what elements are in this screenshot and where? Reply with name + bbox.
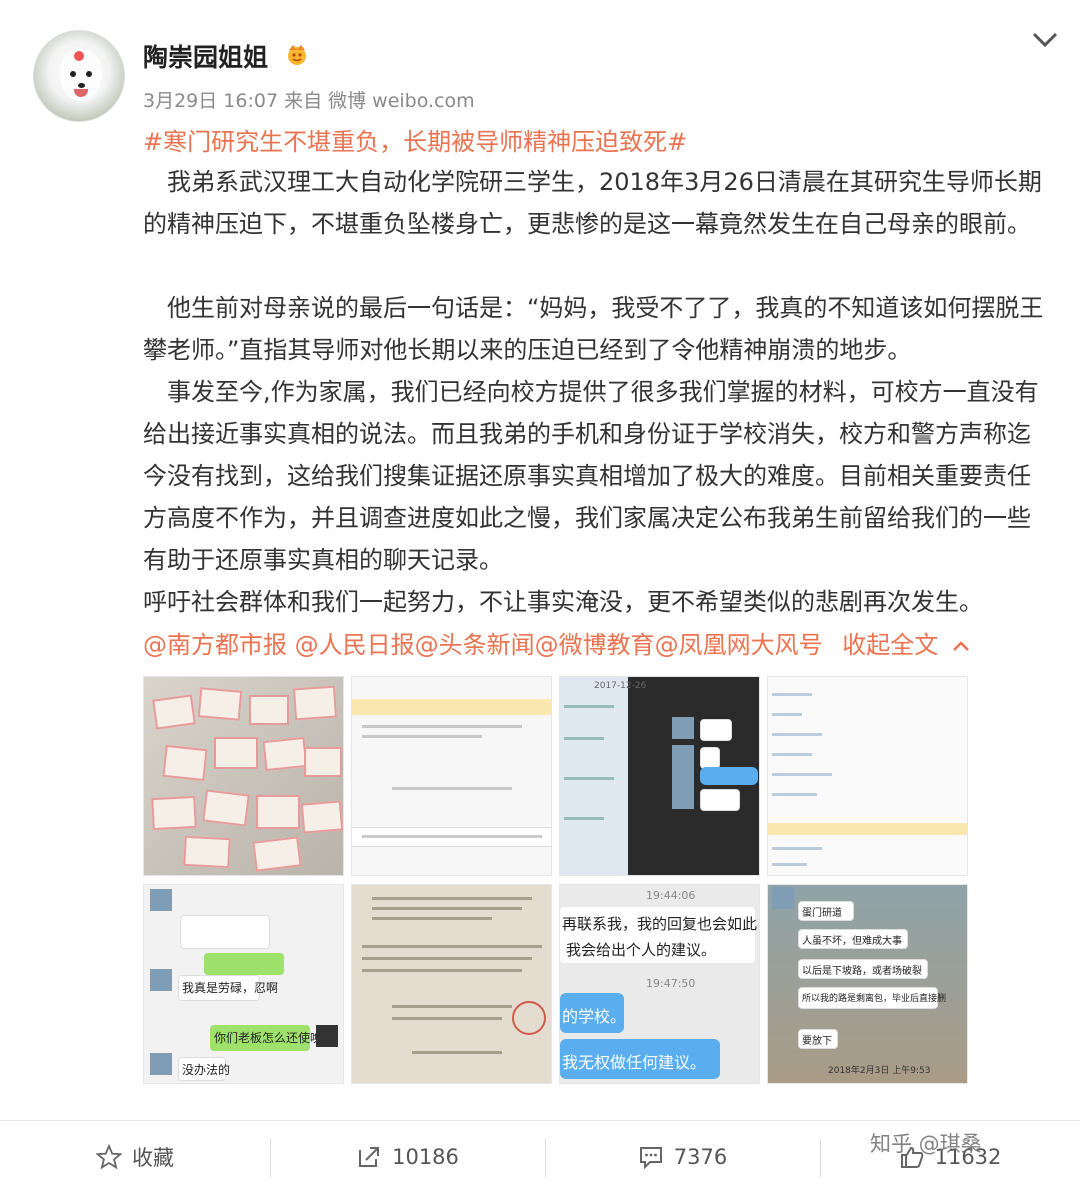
chat-message: 我会给出个人的建议。 <box>566 941 717 959</box>
watermark: 知乎 @琪桑 <box>870 1132 982 1156</box>
chat-message: 要放下 <box>802 1036 832 1047</box>
image-thumbnail-chat-2[interactable]: 2017-12-26 <box>559 676 760 876</box>
mention-link[interactable]: @微博教育 <box>535 631 655 659</box>
chat-message: 所以我的路是剩离包，毕业后直接删 <box>802 994 947 1004</box>
chat-message: 再联系我，我的回复也会如此 <box>562 915 758 933</box>
weibo-post-card: 陶崇园姐姐 3月29日 16:07 来自 微博 weibo.com #寒门研究生… <box>0 0 1080 1193</box>
repost-count: 10186 <box>392 1145 459 1169</box>
chevron-up-icon[interactable] <box>952 640 970 652</box>
chat-message: 的学校。 <box>562 1007 627 1026</box>
image-thumbnail-chat-1[interactable] <box>351 676 552 876</box>
paragraph-1: 我弟系武汉理工大自动化学院研三学生，2018年3月26日清晨在其研究生导师长期的… <box>143 168 1042 238</box>
favorite-label: 收藏 <box>132 1146 174 1170</box>
chat-message: 人虽不坏，但难成大事 <box>802 936 902 947</box>
repost-button[interactable]: 10186 <box>270 1121 545 1193</box>
image-thumbnail-letter[interactable] <box>351 884 552 1084</box>
image-thumbnail-certificates[interactable] <box>143 676 344 876</box>
post-meta: 3月29日 16:07 来自 微博 weibo.com <box>143 90 475 112</box>
mentions-row: @南方都市报 @人民日报@头条新闻@微博教育@凤凰网大风号 收起全文 <box>143 624 970 666</box>
star-icon <box>96 1144 122 1170</box>
avatar[interactable] <box>33 30 125 122</box>
mention-link[interactable]: @南方都市报 <box>143 631 287 659</box>
image-thumbnail-chat-3[interactable] <box>767 676 968 876</box>
chat-message: 我真是劳碌，忍啊 <box>182 981 279 995</box>
mention-link[interactable]: @人民日报 <box>287 631 415 659</box>
repost-icon <box>359 1147 380 1167</box>
paragraph-3: 事发至今,作为家属，我们已经向校方提供了很多我们掌握的材料，可校方一直没有给出接… <box>143 378 1039 574</box>
image-thumbnail-chat-4[interactable]: 19:44:06 再联系我，我的回复也会如此 我会给出个人的建议。 19:47:… <box>559 884 760 1084</box>
favorite-button[interactable]: 收藏 <box>0 1121 270 1193</box>
paragraph-2: 他生前对母亲说的最后一句话是：“妈妈，我受不了了，我真的不知道该如何摆脱王攀老师… <box>143 294 1044 364</box>
chat-message: 以后是下坡路，或者场破裂 <box>802 966 922 977</box>
chat-message: 我无权做任何建议。 <box>562 1053 707 1072</box>
comment-icon <box>639 1147 662 1170</box>
mention-link[interactable]: @凤凰网大风号 <box>655 631 823 659</box>
comment-count: 7376 <box>673 1145 728 1169</box>
chat-time: 19:44:06 <box>646 889 696 902</box>
chevron-down-icon[interactable] <box>1030 30 1060 50</box>
image-thumbnail-wechat-1[interactable]: 我真是劳碌，忍啊 你们老板怎么还使唤你 没办法的 <box>143 884 344 1084</box>
chat-date: 2018年2月3日 上午9:53 <box>828 1066 931 1076</box>
vip-crown-icon <box>288 45 306 65</box>
paragraph-4: 呼吁社会群体和我们一起努力，不让事实淹没，更不希望类似的悲剧再次发生。 <box>143 588 983 616</box>
chat-message: 蛋门研道 <box>802 908 842 919</box>
mention-link[interactable]: @头条新闻 <box>415 631 535 659</box>
image-thumbnail-chat-beach[interactable]: 蛋门研道 人虽不坏，但难成大事 以后是下坡路，或者场破裂 所以我的路是剩离包，毕… <box>767 884 968 1084</box>
username[interactable]: 陶崇园姐姐 <box>143 38 268 74</box>
hashtag-link[interactable]: #寒门研究生不堪重负，长期被导师精神压迫致死# <box>143 122 687 157</box>
collapse-link[interactable]: 收起全文 <box>842 631 938 659</box>
chat-message: 没办法的 <box>182 1063 231 1077</box>
chat-time: 19:47:50 <box>646 977 696 990</box>
chat-date: 2017-12-26 <box>594 681 647 691</box>
comment-button[interactable]: 7376 <box>545 1121 820 1193</box>
